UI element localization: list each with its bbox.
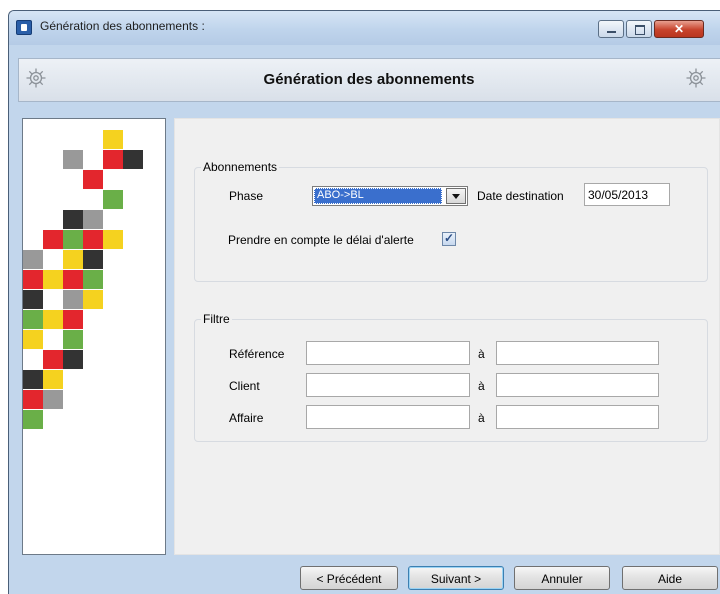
- logo-tile: [23, 410, 43, 429]
- client-from-input[interactable]: [306, 373, 470, 397]
- chevron-down-icon[interactable]: [446, 188, 466, 204]
- previous-button[interactable]: < Précédent: [300, 566, 398, 590]
- logo-tile: [43, 370, 63, 389]
- logo-tile: [63, 330, 83, 349]
- reference-from-input[interactable]: [306, 341, 470, 365]
- abonnements-legend: Abonnements: [203, 160, 278, 174]
- reference-label: Référence: [229, 347, 285, 361]
- affaire-from-input[interactable]: [306, 405, 470, 429]
- client-to-input[interactable]: [496, 373, 659, 397]
- logo-tile: [63, 210, 83, 229]
- cancel-button[interactable]: Annuler: [514, 566, 610, 590]
- logo-tile: [123, 150, 143, 169]
- logo-tile: [23, 310, 43, 329]
- gear-icon: [686, 68, 706, 88]
- logo-tile: [23, 390, 43, 409]
- logo-tile: [83, 170, 103, 189]
- phase-selected-value[interactable]: ABO->BL: [314, 188, 442, 204]
- close-button[interactable]: ✕: [654, 20, 704, 38]
- logo-tile: [43, 350, 63, 369]
- logo-tile: [43, 390, 63, 409]
- alert-label: Prendre en compte le délai d'alerte: [228, 233, 414, 247]
- logo-tile: [63, 150, 83, 169]
- gear-icon: [26, 68, 46, 88]
- logo-tile: [63, 250, 83, 269]
- window-title: Génération des abonnements :: [40, 19, 205, 33]
- affaire-to-input[interactable]: [496, 405, 659, 429]
- filtre-legend: Filtre: [203, 312, 230, 326]
- logo-tile: [23, 250, 43, 269]
- logo-tile: [63, 290, 83, 309]
- client-label: Client: [229, 379, 260, 393]
- logo-tile: [83, 230, 103, 249]
- reference-to-label: à: [478, 347, 485, 361]
- logo-tile: [63, 350, 83, 369]
- logo-tile: [83, 290, 103, 309]
- maximize-button[interactable]: [626, 20, 652, 38]
- page-title: Génération des abonnements: [263, 71, 475, 88]
- logo-tile: [23, 370, 43, 389]
- abonnements-group: Abonnements: [194, 160, 708, 282]
- logo-tile: [63, 310, 83, 329]
- logo-tile: [83, 270, 103, 289]
- logo-tile: [23, 290, 43, 309]
- phase-label: Phase: [229, 189, 264, 203]
- logo-tile: [83, 210, 103, 229]
- minimize-button[interactable]: [598, 20, 624, 38]
- logo-tile: [23, 270, 43, 289]
- logo-tile: [103, 150, 123, 169]
- logo-tile: [43, 230, 63, 249]
- app-icon: [16, 20, 32, 35]
- logo-tile: [103, 130, 123, 149]
- date-destination-label: Date destination: [477, 189, 564, 203]
- logo-tile: [43, 310, 63, 329]
- logo-tile: [63, 230, 83, 249]
- check-icon: ✓: [443, 231, 455, 245]
- help-button[interactable]: Aide: [622, 566, 718, 590]
- close-icon: ✕: [673, 22, 685, 36]
- alert-checkbox[interactable]: ✓: [442, 231, 456, 246]
- affaire-to-label: à: [478, 411, 485, 425]
- logo-tile: [103, 190, 123, 209]
- client-to-label: à: [478, 379, 485, 393]
- logo-tile: [43, 270, 63, 289]
- affaire-label: Affaire: [229, 411, 264, 425]
- reference-to-input[interactable]: [496, 341, 659, 365]
- logo-tile: [83, 250, 103, 269]
- logo-tile: [63, 270, 83, 289]
- logo-tile: [103, 230, 123, 249]
- next-button[interactable]: Suivant >: [408, 566, 504, 590]
- logo-mosaic: [23, 129, 143, 549]
- date-destination-input[interactable]: [584, 183, 670, 206]
- logo-tile: [23, 330, 43, 349]
